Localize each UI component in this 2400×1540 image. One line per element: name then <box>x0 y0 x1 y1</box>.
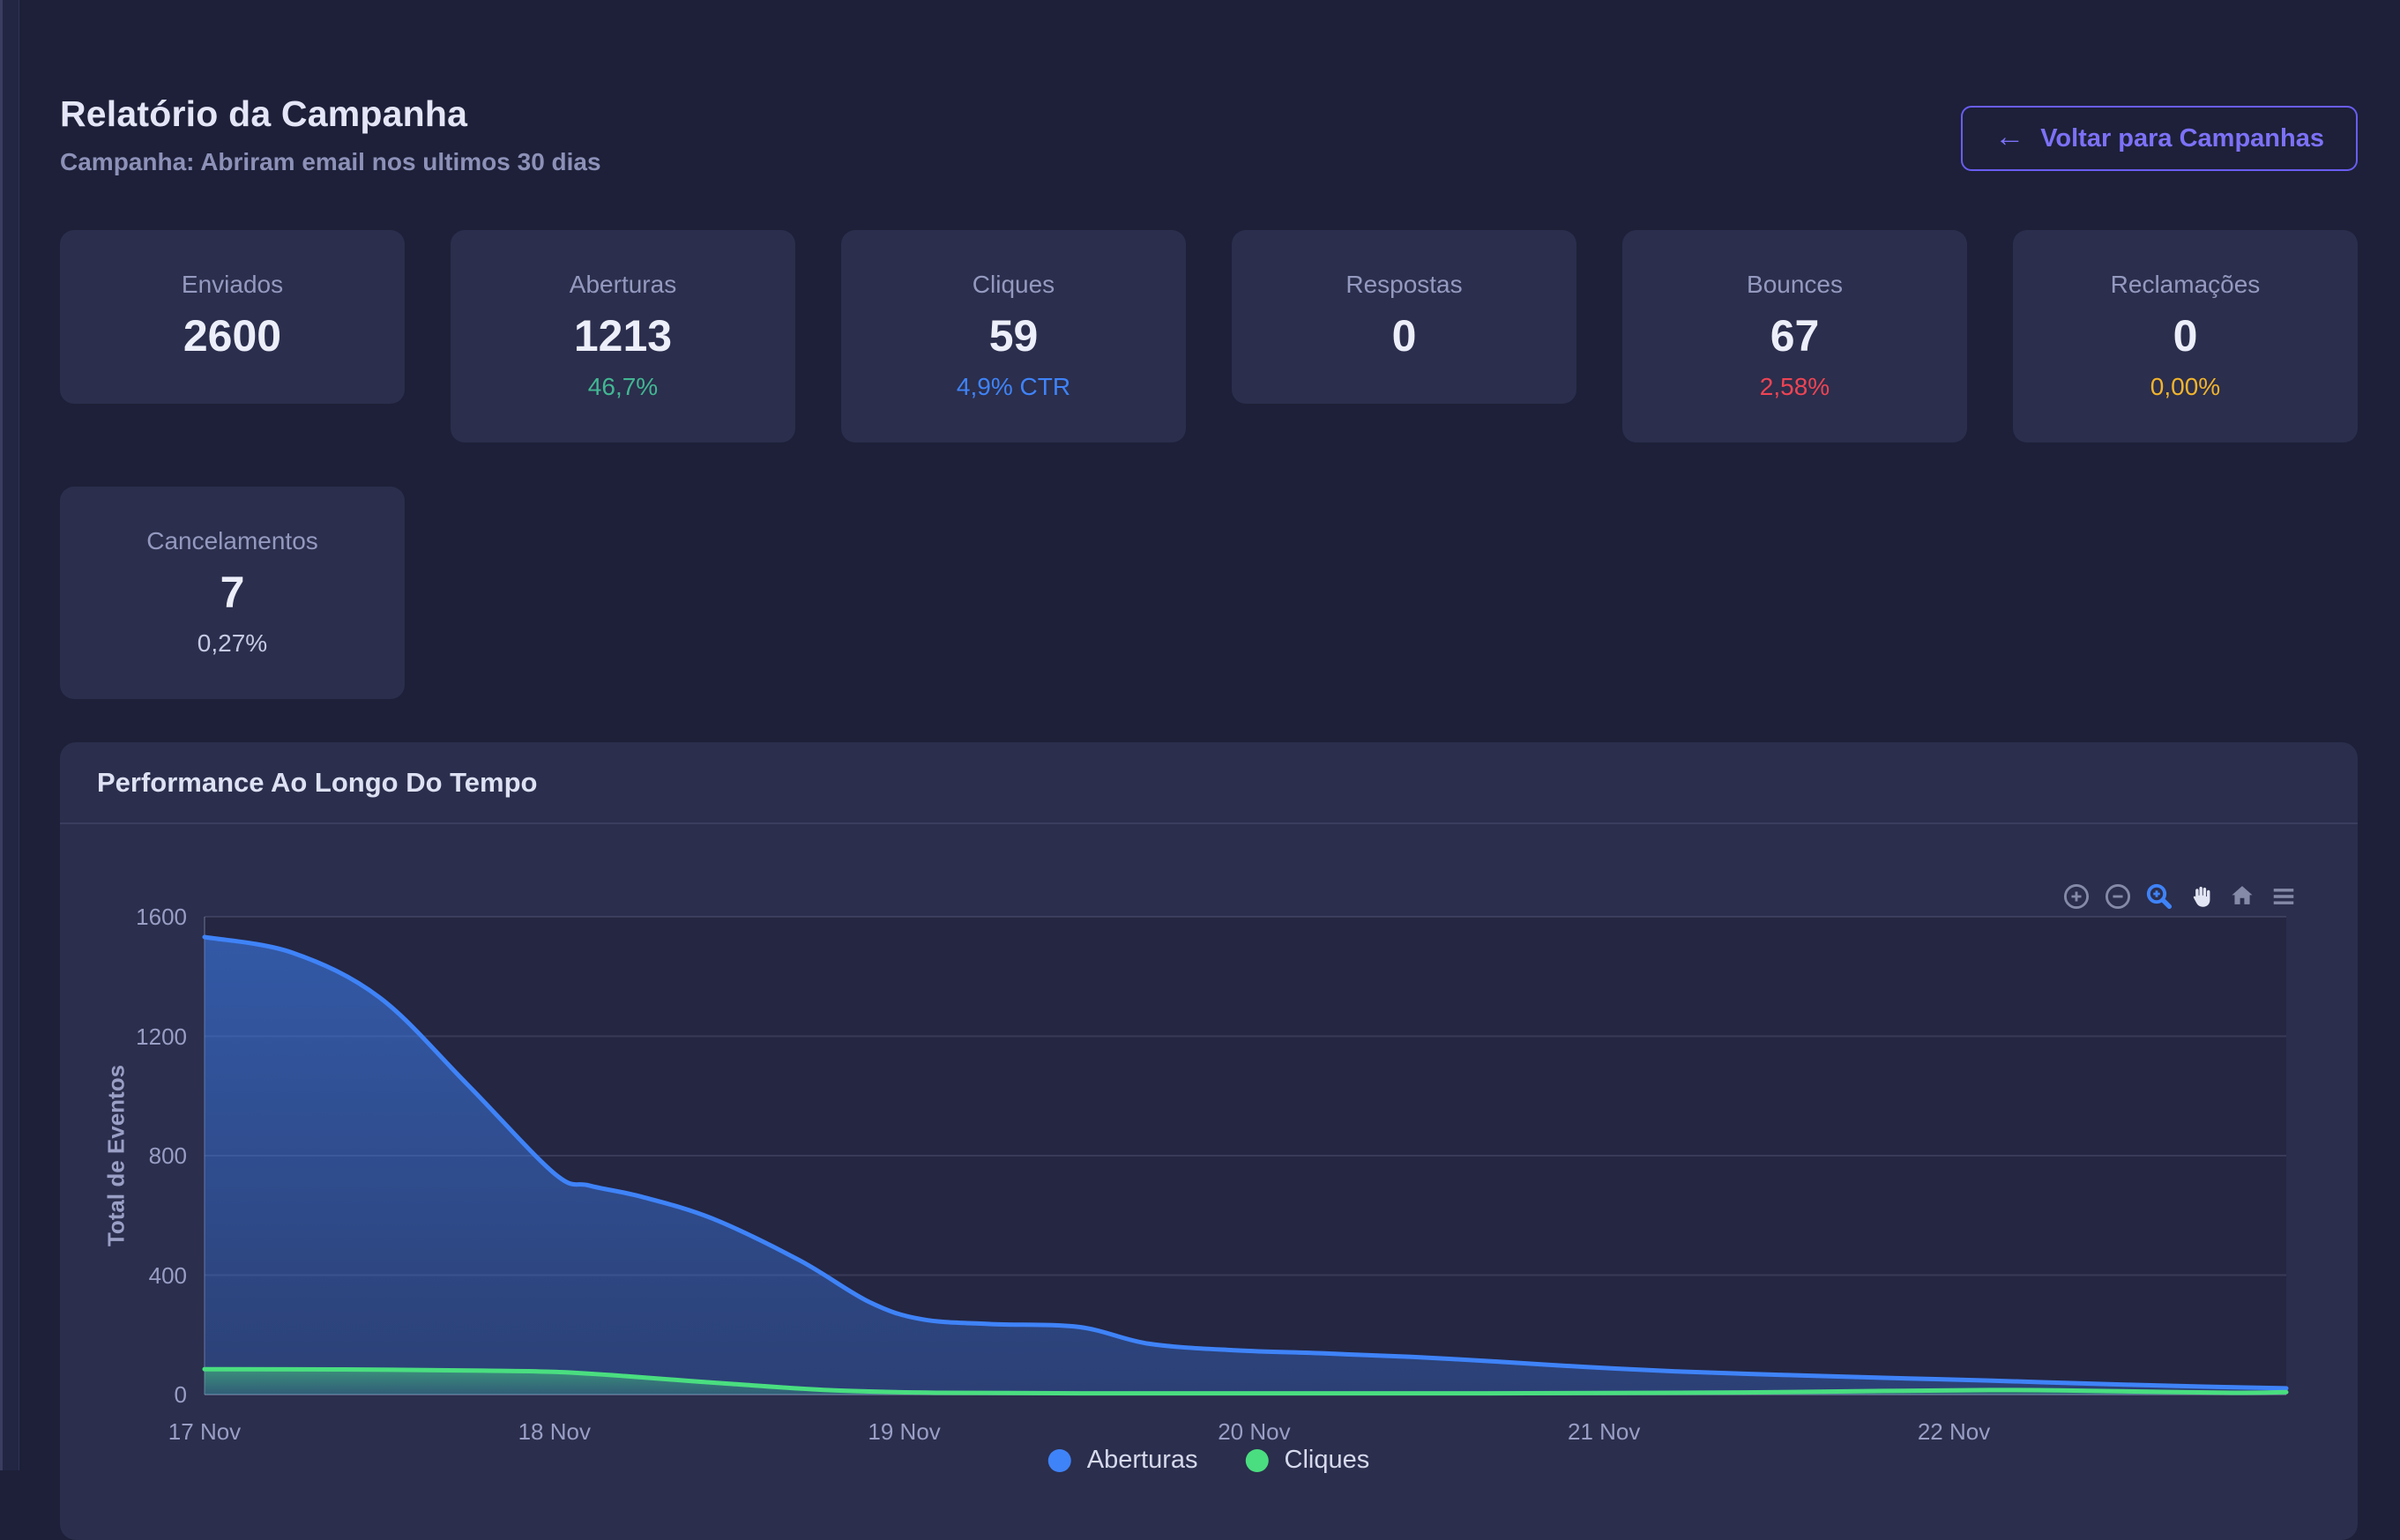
stat-value: 1213 <box>574 310 672 361</box>
stat-value: 67 <box>1770 310 1820 361</box>
chart-legend: Aberturas Cliques <box>1048 1446 1369 1475</box>
stat-percentage: 0,27% <box>198 629 267 658</box>
y-axis-tick-label: 400 <box>60 1262 187 1289</box>
y-axis-tick-label: 800 <box>60 1142 187 1169</box>
y-axis-tick-label: 0 <box>60 1381 187 1408</box>
legend-dot <box>1048 1449 1071 1472</box>
back-arrow-icon: ← <box>1994 122 2024 152</box>
x-axis-tick-label: 22 Nov <box>1875 1418 2033 1445</box>
stat-label: Respostas <box>1345 271 1462 299</box>
x-axis-tick-label: 21 Nov <box>1524 1418 1683 1445</box>
stat-value: 7 <box>220 567 245 618</box>
performance-panel: Performance Ao Longo Do Tempo Total de E… <box>60 742 2358 1540</box>
stat-percentage: 2,58% <box>1760 373 1830 401</box>
chart-title: Performance Ao Longo Do Tempo <box>97 767 537 799</box>
stat-percentage: 4,9% CTR <box>957 373 1070 401</box>
stats-grid: Enviados 2600 Aberturas 1213 46,7% Cliques 59 4… <box>60 230 2358 699</box>
page-subtitle: Campanha: Abriram email nos ultimos 30 d… <box>60 148 601 176</box>
stat-card-cancelamentos: Cancelamentos 7 0,27% <box>60 487 405 699</box>
legend-dot <box>1246 1449 1269 1472</box>
stat-label: Bounces <box>1747 271 1843 299</box>
stat-value: 0 <box>2173 310 2198 361</box>
stat-label: Reclamações <box>2111 271 2261 299</box>
stat-percentage: 0,00% <box>2150 373 2220 401</box>
x-axis-tick-label: 20 Nov <box>1174 1418 1333 1445</box>
x-axis-tick-label: 18 Nov <box>475 1418 634 1445</box>
box-zoom-icon[interactable] <box>2143 881 2175 912</box>
stat-card-enviados: Enviados 2600 <box>60 230 405 404</box>
stat-label: Aberturas <box>570 271 676 299</box>
title-block: Relatório da Campanha Campanha: Abriram … <box>60 93 601 176</box>
stat-card-aberturas: Aberturas 1213 46,7% <box>451 230 795 443</box>
chart-toolbar <box>2061 881 2299 912</box>
pan-icon[interactable] <box>2185 881 2217 912</box>
campaign-report-page: Relatório da Campanha Campanha: Abriram … <box>60 0 2358 1540</box>
stat-value: 2600 <box>183 310 281 361</box>
zoom-out-icon[interactable] <box>2102 881 2134 912</box>
page-header: Relatório da Campanha Campanha: Abriram … <box>60 93 2358 176</box>
stat-value: 0 <box>1392 310 1417 361</box>
stat-percentage: 46,7% <box>588 373 658 401</box>
x-axis-tick-label: 19 Nov <box>825 1418 984 1445</box>
stat-label: Enviados <box>182 271 283 299</box>
stat-label: Cliques <box>973 271 1055 299</box>
legend-item-cliques[interactable]: Cliques <box>1246 1446 1370 1475</box>
legend-item-aberturas[interactable]: Aberturas <box>1048 1446 1198 1475</box>
menu-icon[interactable] <box>2268 881 2299 912</box>
y-axis-tick-label: 1600 <box>60 904 187 930</box>
stat-value: 59 <box>989 310 1039 361</box>
zoom-in-icon[interactable] <box>2061 881 2092 912</box>
chart-panel-header: Performance Ao Longo Do Tempo <box>60 742 2358 824</box>
legend-label: Aberturas <box>1087 1446 1198 1475</box>
x-axis-tick-label: 17 Nov <box>125 1418 284 1445</box>
performance-chart[interactable] <box>205 917 2286 1395</box>
stat-card-bounces: Bounces 67 2,58% <box>1622 230 1967 443</box>
home-icon[interactable] <box>2226 881 2258 912</box>
legend-label: Cliques <box>1285 1446 1370 1475</box>
stat-label: Cancelamentos <box>146 527 318 555</box>
page-title: Relatório da Campanha <box>60 93 601 135</box>
stat-card-reclamacoes: Reclamações 0 0,00% <box>2013 230 2358 443</box>
back-to-campaigns-button[interactable]: ← Voltar para Campanhas <box>1961 106 2358 171</box>
stat-card-respostas: Respostas 0 <box>1232 230 1576 404</box>
sidebar-collapsed-edge <box>0 0 19 1470</box>
stat-card-cliques: Cliques 59 4,9% CTR <box>841 230 1186 443</box>
y-axis-tick-label: 1200 <box>60 1023 187 1050</box>
back-button-label: Voltar para Campanhas <box>2040 124 2324 153</box>
